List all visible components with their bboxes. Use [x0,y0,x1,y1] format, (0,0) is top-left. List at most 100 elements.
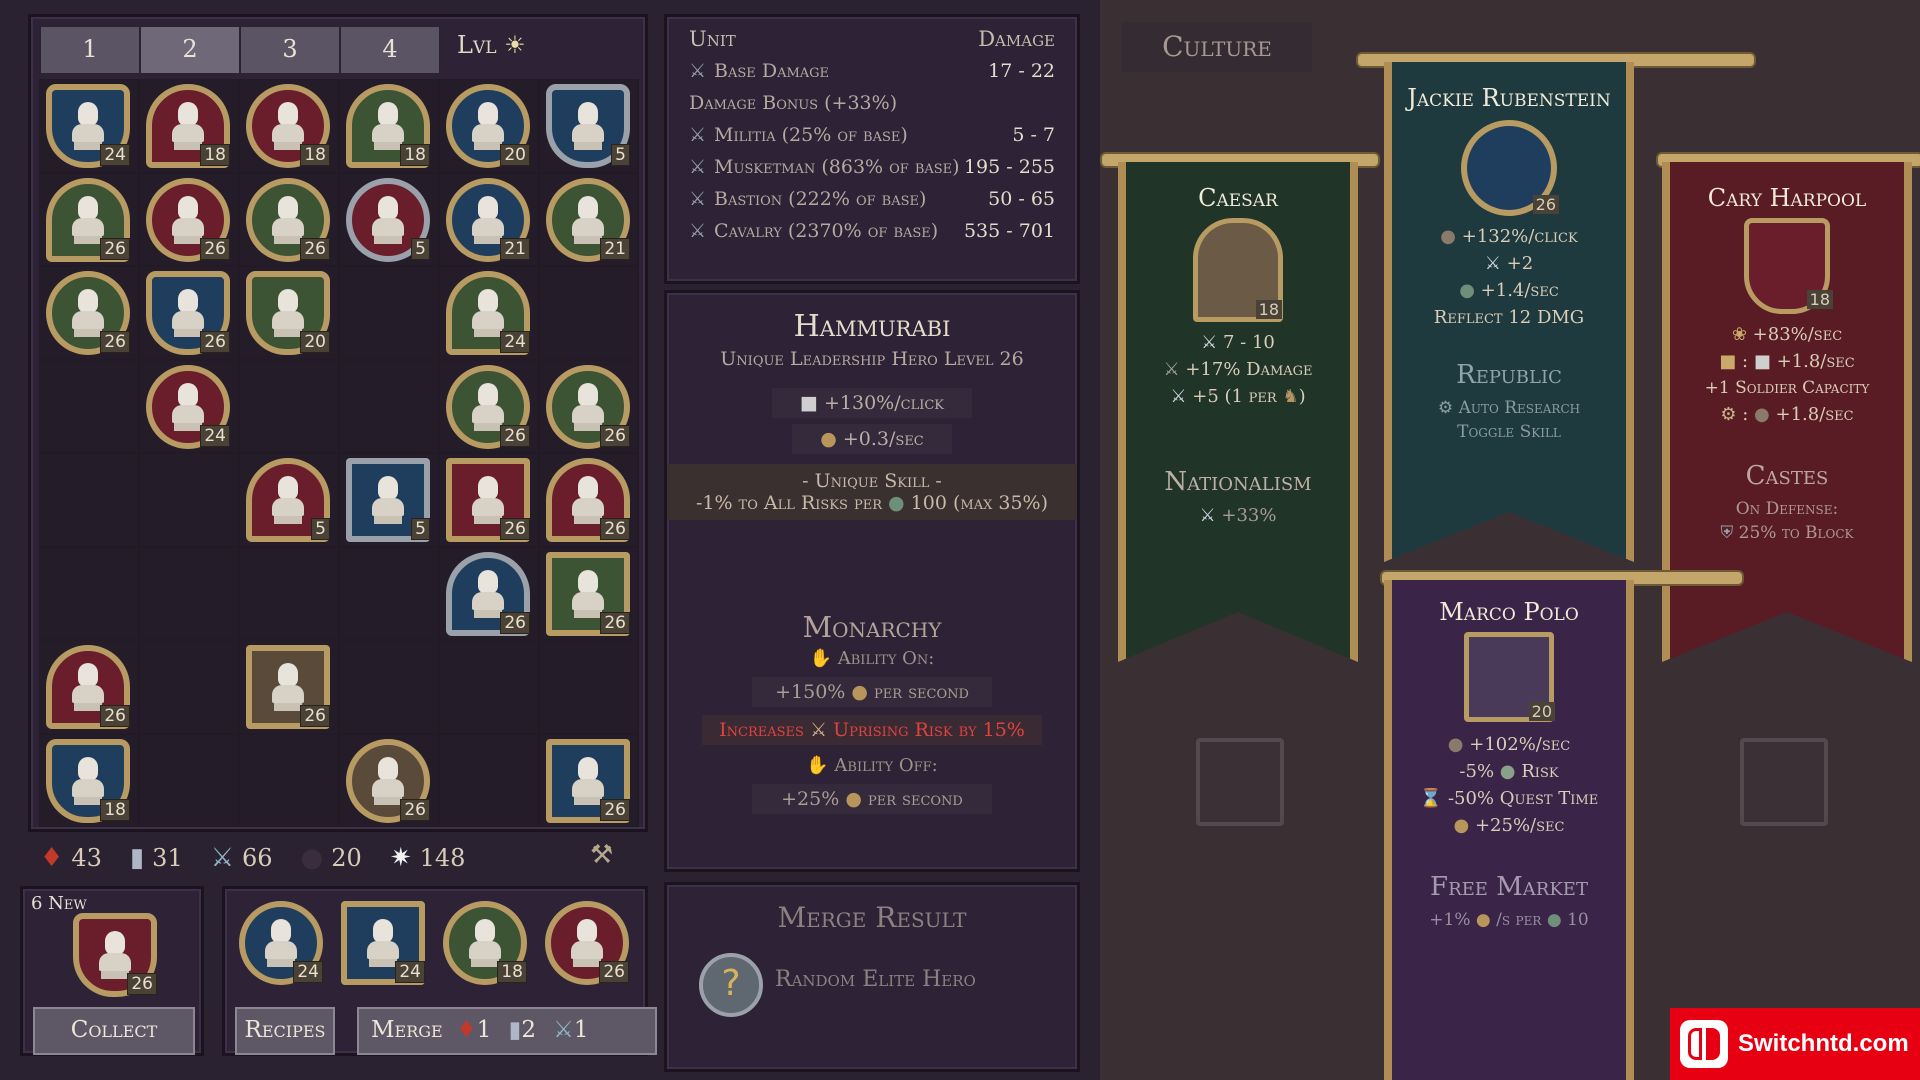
hero-token[interactable]: 18 [346,84,430,168]
grid-cell[interactable]: 26 [339,733,439,827]
marco-banner[interactable]: Marco Polo 20 ● +102%/sec -5% ● Risk ⌛ -… [1384,580,1634,1080]
hero-token[interactable]: 18 [246,84,330,168]
hero-token[interactable]: 26 [146,177,230,262]
hero-token[interactable]: 26 [73,913,157,997]
cary-banner[interactable]: Cary Harpool 18 ❀ +83%/sec ■ : ■ +1.8/se… [1662,162,1912,662]
grid-cell[interactable] [39,546,139,640]
grid-cell[interactable] [139,640,239,734]
hero-token[interactable]: 26 [446,551,530,636]
grid-cell[interactable] [339,266,439,360]
hero-token[interactable]: 24 [46,84,130,168]
merge-button[interactable]: Merge ♦1 ▮2 ⚔1 [357,1007,657,1055]
hero-token[interactable]: 5 [346,458,430,542]
hero-token[interactable]: 26 [246,177,330,262]
grid-cell[interactable]: 5 [339,453,439,547]
grid-cell[interactable]: 20 [239,266,339,360]
grid-cell[interactable] [339,640,439,734]
hero-token[interactable]: 26 [246,645,330,729]
grid-cell[interactable] [339,359,439,453]
hero-token[interactable]: 18 [46,738,130,823]
caesar-banner[interactable]: Caesar 18 ⚔ 7 - 10 ⚔ +17% Damage ⚔ +5 (1… [1118,162,1358,662]
grid-cell[interactable]: 26 [139,172,239,266]
grid-cell[interactable]: 26 [439,453,539,547]
grid-cell[interactable]: 26 [239,640,339,734]
grid-cell[interactable]: 5 [339,172,439,266]
grid-cell[interactable]: 26 [239,172,339,266]
grid-cell[interactable]: 18 [239,79,339,173]
recipes-button[interactable]: Recipes [235,1007,335,1055]
hero-token[interactable]: 20 [446,84,530,168]
hero-token[interactable]: 26 [446,458,530,542]
grid-cell[interactable]: 26 [439,546,539,640]
grid-cell[interactable]: 26 [39,640,139,734]
hero-token[interactable]: 18 [146,84,230,168]
grid-cell[interactable]: 21 [439,172,539,266]
grid-cell[interactable] [39,359,139,453]
recipe-slot[interactable]: 24 [335,897,435,997]
grid-cell[interactable] [239,546,339,640]
grid-cell[interactable]: 26 [39,266,139,360]
hero-token[interactable]: 24 [341,901,425,985]
grid-cell[interactable] [539,640,639,734]
hero-token[interactable]: 26 [346,738,430,823]
grid-cell[interactable] [439,733,539,827]
grid-cell[interactable]: 26 [539,453,639,547]
grid-cell[interactable]: 26 [539,733,639,827]
grid-cell[interactable]: 26 [39,172,139,266]
collect-button[interactable]: Collect [33,1007,195,1055]
grid-cell[interactable]: 24 [439,266,539,360]
grid-cell[interactable] [139,733,239,827]
grid-cell[interactable]: 5 [539,79,639,173]
hero-token[interactable]: 26 [546,458,630,542]
grid-cell[interactable] [239,359,339,453]
grid-cell[interactable]: 24 [139,359,239,453]
grid-cell[interactable] [139,546,239,640]
hero-token[interactable]: 26 [446,364,530,449]
level-sort-button[interactable]: Lvl ☀ [457,31,526,59]
grid-cell[interactable]: 24 [39,79,139,173]
hammer-icon[interactable]: ⚒ [590,840,613,870]
grid-cell[interactable]: 26 [439,359,539,453]
hero-token[interactable]: 26 [546,551,630,636]
hero-token[interactable]: 26 [46,271,130,355]
grid-cell[interactable]: 5 [239,453,339,547]
grid-cell[interactable]: 18 [339,79,439,173]
grid-cell[interactable]: 21 [539,172,639,266]
grid-cell[interactable] [139,453,239,547]
recipe-slot[interactable]: 18 [437,897,537,997]
new-hero-slot[interactable]: 26 [67,909,167,1009]
jackie-banner[interactable]: Jackie Rubenstein 26 ● +132%/click ⚔ +2 … [1384,62,1634,562]
grid-cell[interactable] [439,640,539,734]
hero-token[interactable]: 5 [346,177,430,262]
grid-cell[interactable]: 20 [439,79,539,173]
grid-cell[interactable] [39,453,139,547]
hero-token[interactable]: 26 [545,901,629,985]
hero-token[interactable]: 24 [446,271,530,355]
grid-cell[interactable]: 26 [139,266,239,360]
hero-token[interactable]: 5 [546,84,630,168]
hero-token[interactable]: 24 [146,364,230,449]
grid-cell[interactable]: 18 [139,79,239,173]
recipe-slot[interactable]: 24 [233,897,333,997]
hero-token[interactable]: 26 [546,364,630,449]
grid-cell[interactable]: 18 [39,733,139,827]
grid-cell[interactable] [539,266,639,360]
hero-token[interactable]: 20 [246,271,330,355]
grid-cell[interactable]: 26 [539,546,639,640]
tab-2[interactable]: 2 [139,25,241,75]
grid-cell[interactable] [239,733,339,827]
grid-cell[interactable] [339,546,439,640]
tab-1[interactable]: 1 [39,25,141,75]
hero-token[interactable]: 24 [239,901,323,985]
hero-token[interactable]: 26 [146,271,230,355]
hero-token[interactable]: 5 [246,458,330,542]
recipe-slot[interactable]: 26 [539,897,639,997]
hero-token[interactable]: 21 [446,177,530,262]
hero-token[interactable]: 26 [546,738,630,823]
hero-token[interactable]: 26 [46,645,130,729]
hero-token[interactable]: 18 [443,901,527,985]
tab-3[interactable]: 3 [239,25,341,75]
hero-token[interactable]: 26 [46,177,130,262]
grid-cell[interactable]: 26 [539,359,639,453]
hero-token[interactable]: 21 [546,177,630,262]
